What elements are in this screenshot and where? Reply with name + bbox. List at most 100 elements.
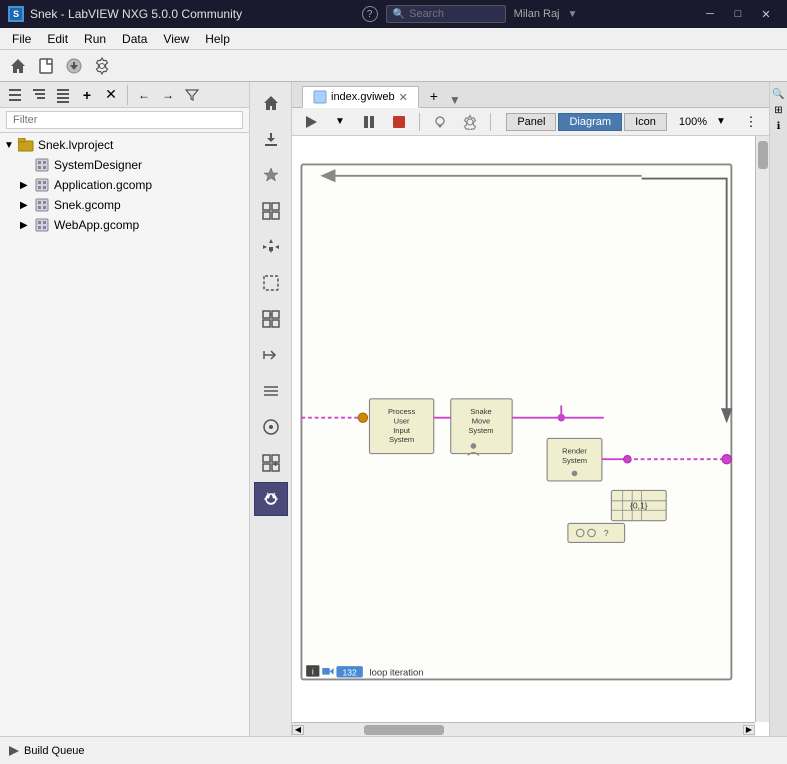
minimize-button[interactable]: ─ — [697, 4, 723, 24]
close-button[interactable]: ✕ — [753, 4, 779, 24]
process-user-input-label4: System — [389, 435, 414, 444]
zoom-dropdown-btn[interactable]: ▼ — [709, 111, 733, 133]
palette-grid-btn[interactable] — [254, 194, 288, 228]
menu-run[interactable]: Run — [76, 30, 114, 48]
run-button[interactable] — [298, 111, 324, 133]
vertical-scrollbar[interactable] — [755, 136, 769, 722]
render-system-label: Render — [562, 447, 587, 456]
palette-download-btn[interactable] — [254, 122, 288, 156]
h-scroll-right-btn[interactable]: ▶ — [743, 725, 755, 735]
sidebar-expand-button[interactable] — [52, 85, 74, 105]
build-queue-button[interactable]: Build Queue — [8, 745, 85, 757]
system-designer-icon — [34, 157, 50, 173]
menu-file[interactable]: File — [4, 30, 39, 48]
tab-dropdown-btn[interactable]: ▼ — [449, 93, 461, 107]
options-button[interactable]: ⋮ — [739, 111, 763, 133]
cog-button[interactable] — [457, 111, 483, 133]
tree-item-snek[interactable]: ▶ Snek.gcomp — [16, 195, 249, 215]
tree-item-system-designer[interactable]: SystemDesigner — [16, 155, 249, 175]
right-panel-info-btn[interactable]: ℹ — [771, 118, 787, 134]
palette-debug-btn[interactable] — [254, 482, 288, 516]
home-button[interactable] — [6, 54, 30, 78]
run-dropdown-btn[interactable]: ▼ — [328, 111, 352, 133]
misc-question: ? — [604, 528, 609, 538]
tree-item-root[interactable]: ▼ Snek.lvproject — [0, 135, 249, 155]
user-label: Milan Raj — [514, 8, 560, 20]
sidebar-list-icon[interactable] — [4, 85, 26, 105]
palette-select-btn[interactable] — [254, 266, 288, 300]
h-scroll-left-btn[interactable]: ◀ — [292, 725, 304, 735]
zoom-control: 100% ▼ — [679, 111, 733, 133]
menu-edit[interactable]: Edit — [39, 30, 76, 48]
right-panel-grid-btn[interactable]: ⊞ — [771, 102, 787, 118]
content-area: index.gviweb ✕ + ▼ ▼ — [292, 82, 769, 736]
sidebar-remove-button[interactable]: ✕ — [100, 85, 122, 105]
snake-move-label2: Move — [472, 416, 490, 425]
right-panel-search-btn[interactable]: 🔍 — [771, 86, 787, 102]
diagram-tab[interactable]: Diagram — [558, 113, 622, 131]
tree-toggle-app[interactable]: ▶ — [20, 180, 34, 191]
process-user-input-label: Process — [388, 407, 415, 416]
tree-children-root: SystemDesigner ▶ Application.gcomp ▶ — [16, 155, 249, 235]
palette-cluster-btn[interactable] — [254, 302, 288, 336]
h-scroll-thumb[interactable] — [364, 725, 444, 735]
palette-sidebar — [250, 82, 292, 736]
sidebar-collapse-button[interactable] — [28, 85, 50, 105]
app-gcomp-icon — [34, 177, 50, 193]
stop-button[interactable] — [386, 111, 412, 133]
tab-index-gviweb[interactable]: index.gviweb ✕ — [302, 86, 419, 108]
webapp-label: WebApp.gcomp — [54, 218, 139, 232]
process-user-input-label2: User — [394, 416, 410, 425]
lightbulb-button[interactable] — [427, 111, 453, 133]
snek-label: Snek.gcomp — [54, 198, 121, 212]
palette-lines-btn[interactable] — [254, 374, 288, 408]
title-search-box[interactable]: 🔍 — [386, 5, 506, 23]
tab-add-button[interactable]: + — [423, 85, 445, 107]
tree-toggle-snek[interactable]: ▶ — [20, 200, 34, 211]
palette-home-btn[interactable] — [254, 86, 288, 120]
loop-i-label: i — [312, 667, 314, 677]
sidebar-filter-area — [0, 108, 249, 133]
loop-count-label: 132 — [343, 668, 357, 678]
diagram-canvas[interactable]: ◀ ▶ — [292, 136, 769, 736]
menu-data[interactable]: Data — [114, 30, 155, 48]
palette-arrow-btn[interactable] — [254, 338, 288, 372]
render-icon-dot — [572, 471, 578, 477]
menu-help[interactable]: Help — [197, 30, 238, 48]
settings-button[interactable] — [90, 54, 114, 78]
sidebar-filter-button[interactable] — [181, 85, 203, 105]
v-scroll-thumb[interactable] — [758, 141, 768, 169]
tab-close-btn[interactable]: ✕ — [399, 91, 408, 104]
while-loop-border — [301, 164, 731, 679]
sidebar-forward-button[interactable]: → — [157, 85, 179, 105]
maximize-button[interactable]: □ — [725, 4, 751, 24]
menu-bar: File Edit Run Data View Help — [0, 28, 787, 50]
right-edge-dot — [722, 455, 731, 464]
window-controls: ─ □ ✕ — [697, 4, 779, 24]
icon-tab[interactable]: Icon — [624, 113, 667, 131]
app-icon: S — [8, 6, 24, 22]
sidebar-back-button[interactable]: ← — [133, 85, 155, 105]
menu-view[interactable]: View — [155, 30, 197, 48]
tree-item-app[interactable]: ▶ Application.gcomp — [16, 175, 249, 195]
palette-favorite-btn[interactable] — [254, 158, 288, 192]
panel-tab[interactable]: Panel — [506, 113, 556, 131]
back-button[interactable] — [62, 54, 86, 78]
pause-button[interactable] — [356, 111, 382, 133]
tree-toggle-root[interactable]: ▼ — [4, 140, 18, 151]
sidebar-add-button[interactable]: + — [76, 85, 98, 105]
help-icon[interactable]: ? — [362, 6, 378, 22]
filter-input[interactable] — [6, 111, 243, 129]
title-search-input[interactable] — [409, 8, 489, 20]
palette-circle-btn[interactable] — [254, 410, 288, 444]
svg-text:S: S — [13, 9, 19, 19]
global-toolbar — [0, 50, 787, 82]
palette-add-btn[interactable] — [254, 446, 288, 480]
palette-move-btn[interactable] — [254, 230, 288, 264]
tree-item-webapp[interactable]: ▶ WebApp.gcomp — [16, 215, 249, 235]
new-file-button[interactable] — [34, 54, 58, 78]
horizontal-scrollbar[interactable]: ◀ ▶ — [292, 722, 755, 736]
status-bar: Build Queue — [0, 736, 787, 764]
tree-toggle-webapp[interactable]: ▶ — [20, 220, 34, 231]
right-panel-handle: 🔍 ⊞ ℹ — [769, 82, 787, 736]
